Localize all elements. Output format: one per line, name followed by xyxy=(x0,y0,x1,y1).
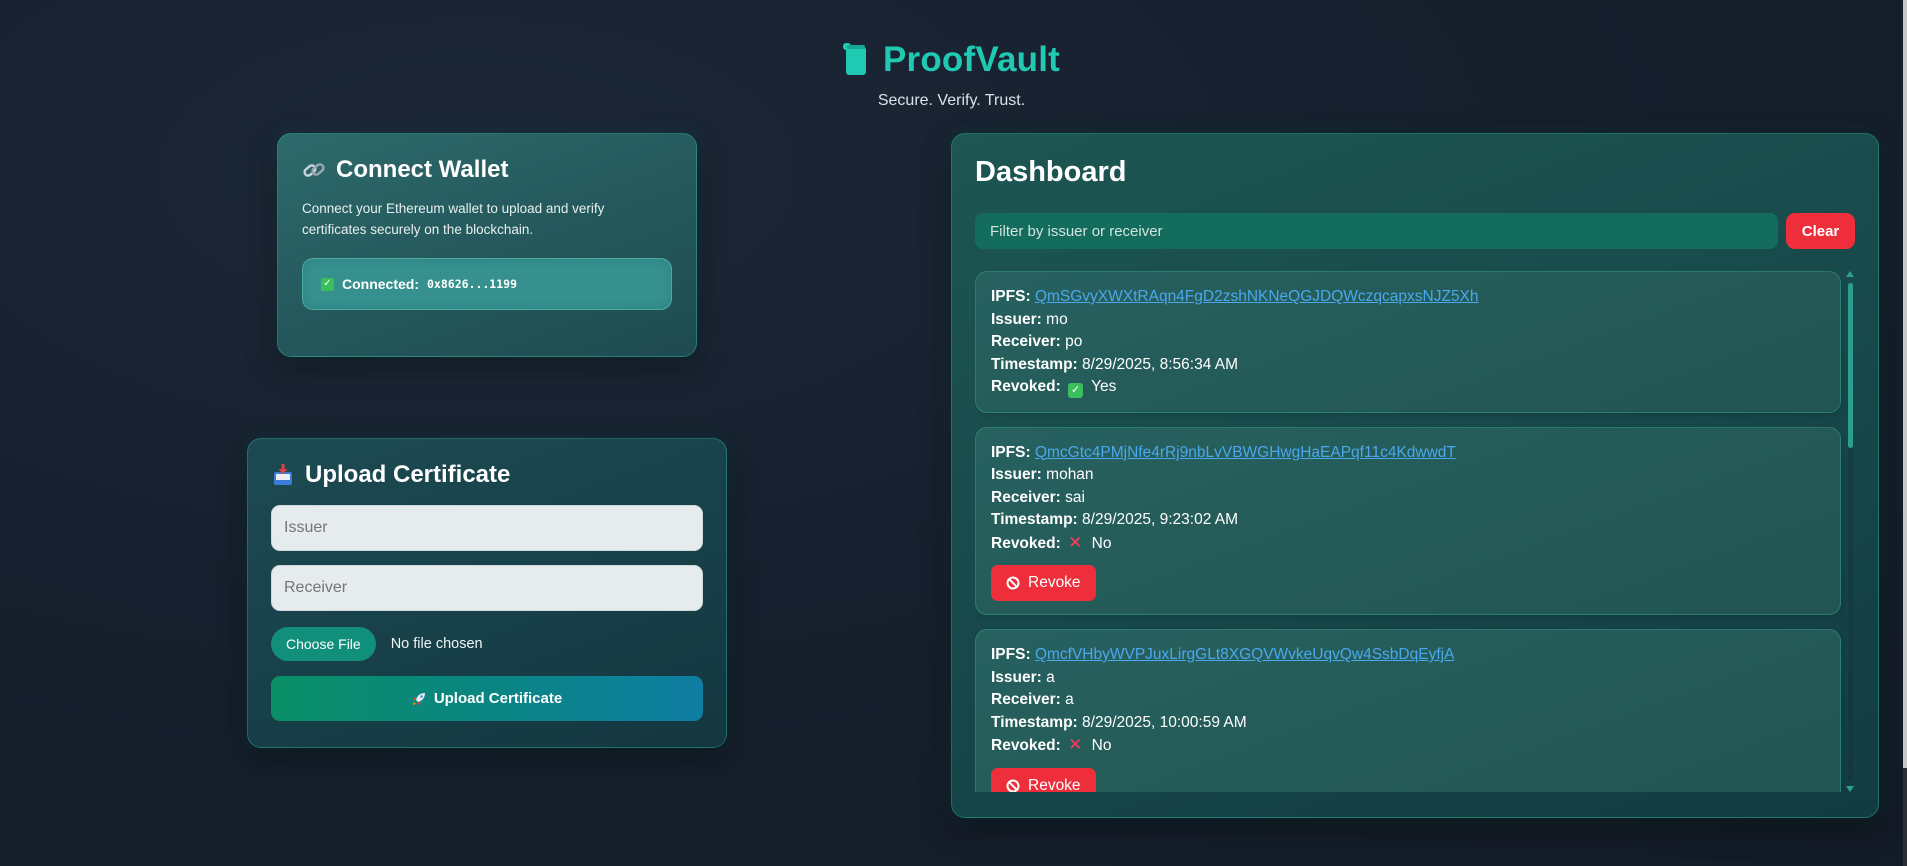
clear-button[interactable]: Clear xyxy=(1786,213,1855,249)
prohibited-icon xyxy=(1006,576,1020,590)
check-icon: ✓ xyxy=(1068,383,1084,398)
revoke-button[interactable]: Revoke xyxy=(991,565,1096,601)
connect-wallet-card: Connect Wallet Connect your Ethereum wal… xyxy=(277,133,697,357)
receiver-label: Receiver: xyxy=(991,333,1061,350)
ipfs-label: IPFS: xyxy=(991,443,1031,461)
upload-certificate-heading: Upload Certificate xyxy=(271,461,703,489)
page-scrollbar[interactable] xyxy=(1903,0,1907,866)
issuer-value: a xyxy=(1046,668,1055,686)
receiver-input[interactable] xyxy=(271,565,703,611)
list-scrollbar[interactable] xyxy=(1845,271,1855,792)
app-header: ProofVault Secure. Verify. Trust. xyxy=(0,40,1903,110)
certificate-record: IPFS: QmcfVHbyWVPJuxLirgGLt8XGQVWvkeUqvQ… xyxy=(975,629,1841,792)
wallet-address: 0x8626...1199 xyxy=(427,277,518,291)
upload-certificate-button[interactable]: Upload Certificate xyxy=(271,676,703,721)
issuer-label: Issuer: xyxy=(991,668,1042,686)
revoked-label: Revoked: xyxy=(991,534,1061,552)
dashboard-title: Dashboard xyxy=(975,156,1127,188)
ipfs-link[interactable]: QmcfVHbyWVPJuxLirgGLt8XGQVWvkeUqvQw4SsbD… xyxy=(1035,646,1454,663)
revoke-button-label: Revoke xyxy=(1028,776,1081,793)
ipfs-label: IPFS: xyxy=(991,646,1031,663)
cross-icon: ✕ xyxy=(1068,735,1083,754)
ipfs-link[interactable]: QmSGvyXWXtRAqn4FgD2zshNKNeQGJDQWczqcapxs… xyxy=(1035,288,1479,305)
scroll-thumb[interactable] xyxy=(1848,283,1853,448)
record-issuer-row: Issuer: a xyxy=(991,667,1825,690)
issuer-label: Issuer: xyxy=(991,310,1042,328)
record-revoked-row: Revoked: ✓ Yes xyxy=(991,376,1825,399)
timestamp-value: 8/29/2025, 9:23:02 AM xyxy=(1082,511,1239,528)
record-ipfs-row: IPFS: QmcGtc4PMjNfe4rRj9nbLvVBWGHwgHaEAP… xyxy=(991,442,1825,465)
revoked-label: Revoked: xyxy=(991,378,1061,395)
scroll-icon xyxy=(842,43,866,75)
link-icon xyxy=(303,163,325,177)
revoked-value: No xyxy=(1091,737,1112,754)
prohibited-icon xyxy=(1006,779,1020,792)
connect-wallet-heading: Connect Wallet xyxy=(302,156,672,184)
record-receiver-row: Receiver: a xyxy=(991,689,1825,712)
record-timestamp-row: Timestamp: 8/29/2025, 8:56:34 AM xyxy=(991,354,1825,377)
record-issuer-row: Issuer: mo xyxy=(991,309,1825,332)
app-tagline: Secure. Verify. Trust. xyxy=(877,92,1026,109)
choose-file-button[interactable]: Choose File xyxy=(271,627,376,661)
timestamp-value: 8/29/2025, 8:56:34 AM xyxy=(1082,355,1239,373)
page-scroll-thumb[interactable] xyxy=(1903,0,1907,768)
record-revoked-row: Revoked: ✕ No xyxy=(991,532,1825,556)
receiver-value: a xyxy=(1065,691,1074,708)
timestamp-label: Timestamp: xyxy=(991,713,1078,731)
revoke-button-label: Revoke xyxy=(1028,574,1081,591)
connect-wallet-description: Connect your Ethereum wallet to upload a… xyxy=(302,201,605,237)
record-timestamp-row: Timestamp: 8/29/2025, 9:23:02 AM xyxy=(991,509,1825,532)
record-timestamp-row: Timestamp: 8/29/2025, 10:00:59 AM xyxy=(991,712,1825,735)
ipfs-link[interactable]: QmcGtc4PMjNfe4rRj9nbLvVBWGHwgHaEAPqf11c4… xyxy=(1035,444,1456,461)
scroll-down-arrow-icon[interactable] xyxy=(1846,786,1854,792)
receiver-label: Receiver: xyxy=(991,488,1061,506)
certificate-record: IPFS: QmSGvyXWXtRAqn4FgD2zshNKNeQGJDQWcz… xyxy=(975,271,1841,413)
file-picker: Choose File No file chosen xyxy=(271,627,703,661)
rocket-icon xyxy=(412,692,425,705)
scroll-up-arrow-icon[interactable] xyxy=(1846,271,1854,277)
file-status: No file chosen xyxy=(390,636,483,652)
issuer-value: mohan xyxy=(1046,466,1094,483)
connect-wallet-title: Connect Wallet xyxy=(336,156,509,183)
filter-input[interactable] xyxy=(975,213,1778,249)
revoked-value: No xyxy=(1091,534,1112,552)
upload-certificate-card: Upload Certificate Choose File No file c… xyxy=(247,438,727,748)
check-icon: ✓ xyxy=(321,277,334,291)
certificate-list[interactable]: IPFS: QmSGvyXWXtRAqn4FgD2zshNKNeQGJDQWcz… xyxy=(975,271,1855,792)
receiver-label: Receiver: xyxy=(991,691,1061,708)
revoked-label: Revoked: xyxy=(991,737,1061,754)
cross-icon: ✕ xyxy=(1068,532,1083,552)
inbox-tray-icon xyxy=(274,464,292,485)
revoke-button[interactable]: Revoke xyxy=(991,767,1096,793)
certificate-record: IPFS: QmcGtc4PMjNfe4rRj9nbLvVBWGHwgHaEAP… xyxy=(975,426,1841,615)
record-ipfs-row: IPFS: QmcfVHbyWVPJuxLirgGLt8XGQVWvkeUqvQ… xyxy=(991,644,1825,667)
record-issuer-row: Issuer: mohan xyxy=(991,464,1825,487)
record-revoked-row: Revoked: ✕ No xyxy=(991,734,1825,758)
receiver-value: po xyxy=(1065,333,1083,350)
issuer-label: Issuer: xyxy=(991,466,1042,483)
app-title: ProofVault xyxy=(882,40,1061,79)
upload-certificate-title: Upload Certificate xyxy=(305,461,511,488)
timestamp-label: Timestamp: xyxy=(991,355,1078,373)
ipfs-label: IPFS: xyxy=(991,288,1031,305)
receiver-value: sai xyxy=(1065,488,1085,506)
record-ipfs-row: IPFS: QmSGvyXWXtRAqn4FgD2zshNKNeQGJDQWcz… xyxy=(991,286,1825,309)
timestamp-value: 8/29/2025, 10:00:59 AM xyxy=(1082,713,1247,731)
filter-bar: Clear xyxy=(975,213,1855,249)
revoked-value: Yes xyxy=(1091,378,1117,395)
record-receiver-row: Receiver: po xyxy=(991,331,1825,354)
connection-status-label: Connected: xyxy=(342,276,419,292)
brand: ProofVault xyxy=(842,40,1061,80)
issuer-input[interactable] xyxy=(271,505,703,551)
wallet-connection-status: ✓ Connected: 0x8626...1199 xyxy=(302,258,672,310)
timestamp-label: Timestamp: xyxy=(991,511,1078,528)
upload-button-label: Upload Certificate xyxy=(433,690,563,707)
dashboard-card: Dashboard Clear IPFS: QmSGvyXWXtRAqn4FgD… xyxy=(951,133,1879,818)
issuer-value: mo xyxy=(1046,310,1068,328)
record-receiver-row: Receiver: sai xyxy=(991,487,1825,510)
